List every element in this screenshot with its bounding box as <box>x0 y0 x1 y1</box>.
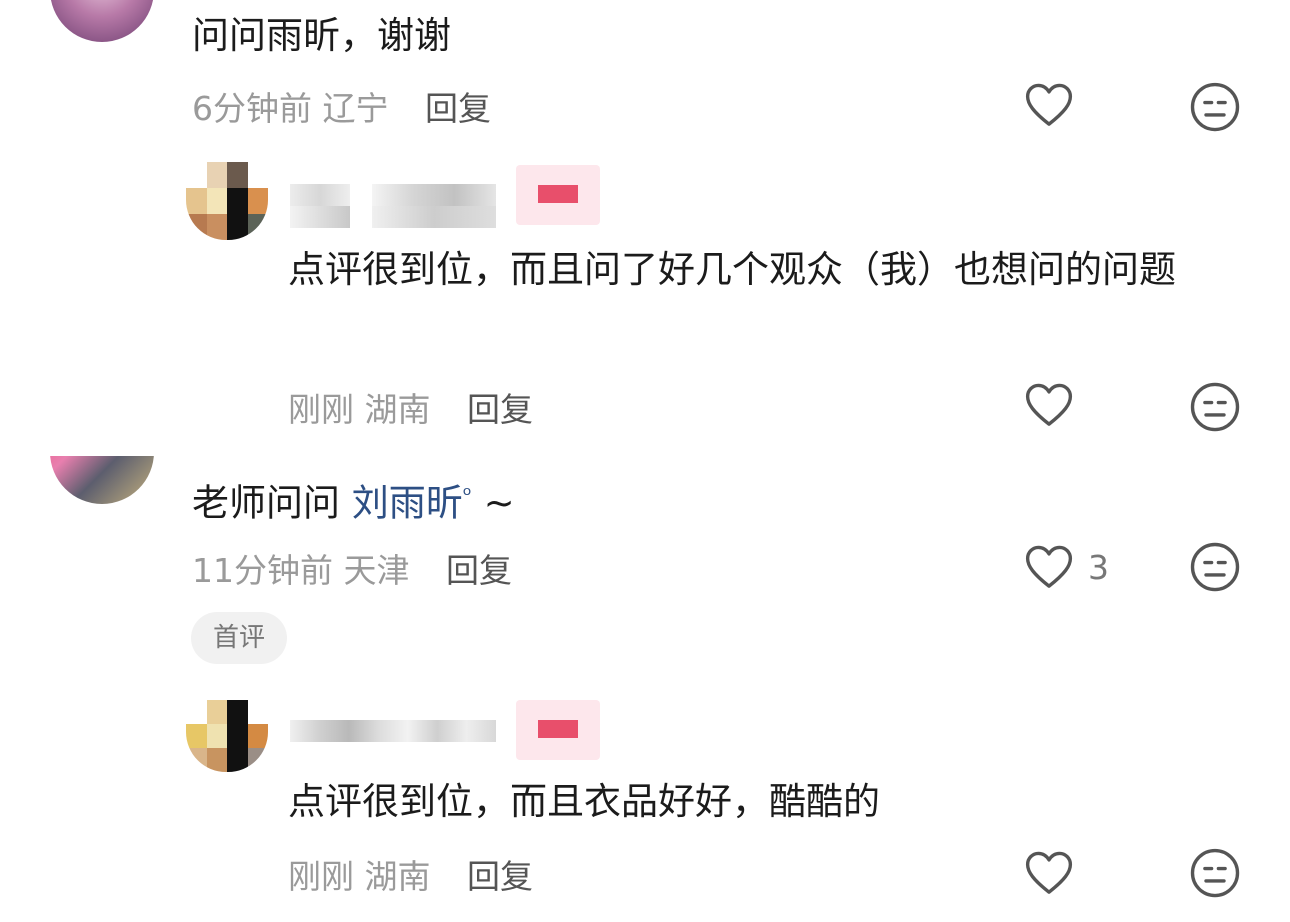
comment-location: 辽宁 <box>322 89 389 128</box>
meh-face-icon[interactable] <box>1188 380 1242 434</box>
reply-button[interactable]: 回复 <box>467 857 533 896</box>
username-redacted <box>290 720 496 742</box>
reply-button[interactable]: 回复 <box>425 89 491 128</box>
mention-link[interactable]: 刘雨昕 <box>352 481 463 524</box>
reply-time: 刚刚 <box>288 390 354 429</box>
search-icon[interactable]: ᵒ <box>463 483 472 508</box>
comment-time: 11分钟前 <box>192 551 333 590</box>
reply-meta: 刚刚 湖南 回复 <box>288 383 533 431</box>
reply-avatar[interactable] <box>186 162 268 240</box>
comment-text-suffix: ~ <box>471 481 515 525</box>
reply-time: 刚刚 <box>288 857 354 896</box>
avatar-mask <box>40 400 164 456</box>
reply-location: 湖南 <box>364 390 431 429</box>
username-redacted <box>290 206 350 228</box>
reply-meta: 刚刚 湖南 回复 <box>288 850 533 898</box>
reply-button[interactable]: 回复 <box>446 551 512 590</box>
meh-face-icon[interactable] <box>1188 540 1242 594</box>
username-redacted <box>290 184 350 206</box>
meh-face-icon[interactable] <box>1188 80 1242 134</box>
heart-outline-icon[interactable] <box>1022 846 1076 900</box>
user-level-tag <box>516 165 600 225</box>
first-comment-badge: 首评 <box>191 612 287 664</box>
comment-location: 天津 <box>343 551 410 590</box>
heart-outline-icon[interactable] <box>1022 540 1076 594</box>
reply-button[interactable]: 回复 <box>467 390 533 429</box>
heart-outline-icon[interactable] <box>1022 378 1076 432</box>
comment-meta: 11分钟前 天津 回复 <box>192 544 512 592</box>
user-level-tag <box>516 700 600 760</box>
like-count: 3 <box>1088 548 1109 587</box>
reply-text: 点评很到位，而且衣品好好，酷酷的 <box>288 780 880 823</box>
heart-outline-icon[interactable] <box>1022 78 1076 132</box>
avatar[interactable] <box>50 0 154 42</box>
reply-avatar[interactable] <box>186 700 268 772</box>
comment-text: 问问雨昕，谢谢 <box>192 14 451 57</box>
username-redacted <box>372 184 496 206</box>
comment-time: 6分钟前 <box>192 89 312 128</box>
reply-location: 湖南 <box>364 857 431 896</box>
meh-face-icon[interactable] <box>1188 846 1242 900</box>
reply-text: 点评很到位，而且问了好几个观众（我）也想问的问题 <box>288 248 1176 291</box>
comment-meta: 6分钟前 辽宁 回复 <box>192 82 491 130</box>
username-redacted <box>372 206 496 228</box>
comment-text-prefix: 老师问问 <box>192 481 352 525</box>
comment-text: 老师问问 刘雨昕ᵒ ~ <box>192 466 515 533</box>
